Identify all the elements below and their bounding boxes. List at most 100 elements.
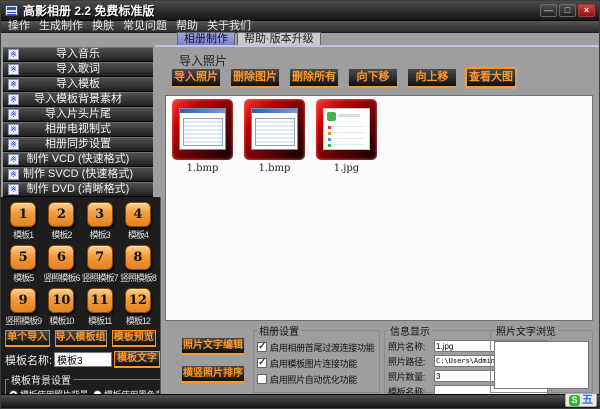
sidebar-item[interactable]: ※ 导入歌词 bbox=[3, 62, 153, 77]
menu-item[interactable]: 常见问题 bbox=[123, 21, 167, 32]
template-name-label: 模板名称: bbox=[5, 352, 52, 368]
thumb-image-dots bbox=[328, 126, 331, 129]
template-button[interactable]: 10 bbox=[48, 288, 74, 313]
template-button[interactable]: 3 bbox=[87, 202, 113, 227]
sidebar-item[interactable]: ※ 制作 VCD (快速格式) bbox=[3, 152, 153, 167]
template-action-button[interactable]: 模板预览 bbox=[112, 330, 157, 347]
template-button[interactable]: 2 bbox=[48, 202, 74, 227]
checkbox-option[interactable]: 启用模板图片连接功能 bbox=[257, 355, 376, 371]
template-button[interactable]: 12 bbox=[125, 288, 151, 313]
photo-text-area[interactable] bbox=[494, 341, 589, 389]
template-label: 模板5 bbox=[5, 271, 41, 284]
sidebar-item[interactable]: ※ 导入模板 bbox=[3, 77, 153, 92]
menu-item[interactable]: 换肤 bbox=[92, 21, 114, 32]
template-action-button[interactable]: 导入模板组 bbox=[55, 330, 107, 347]
template-text-button[interactable]: 模板文字 bbox=[114, 351, 160, 368]
template-label: 模板11 bbox=[82, 314, 118, 327]
sidebar-item[interactable]: ※ 制作 SVCD (快速格式) bbox=[3, 167, 153, 182]
info-field-label: 照片路径: bbox=[388, 355, 434, 368]
menu-item[interactable]: 帮助 bbox=[176, 21, 198, 32]
tab[interactable]: 帮助·版本升级 bbox=[237, 32, 321, 45]
tab[interactable]: 相册制作 bbox=[177, 32, 235, 45]
thumb-frame[interactable] bbox=[244, 99, 305, 160]
sidebar-item-label: 导入模板 bbox=[3, 78, 153, 91]
close-button[interactable]: × bbox=[578, 4, 595, 17]
checkbox-icon[interactable] bbox=[257, 342, 267, 352]
thumb-image bbox=[323, 108, 370, 150]
template-button[interactable]: 1 bbox=[10, 202, 36, 227]
ime-indicator[interactable]: S 五 bbox=[565, 393, 597, 407]
sidebar-item[interactable]: ※ 导入音乐 bbox=[3, 47, 153, 62]
album-settings-fieldset: 相册设置 启用相册首尾过渡连接功能 启用模板图片连接功能 启用照片自动优化功能 bbox=[253, 323, 380, 393]
template-button[interactable]: 7 bbox=[87, 245, 113, 270]
checkbox-icon[interactable] bbox=[257, 374, 267, 384]
tab-accent-line bbox=[155, 45, 599, 47]
toolbar-button[interactable]: 查看大图 bbox=[466, 68, 516, 88]
app-icon bbox=[5, 5, 18, 16]
photo-thumb[interactable]: 1.jpg bbox=[316, 99, 377, 174]
checkbox-option[interactable]: 启用照片自动优化功能 bbox=[257, 371, 376, 387]
sidebar-item-icon: ※ bbox=[8, 169, 19, 180]
template-panel: 1 模板1 2 模板2 3 模板3 4 模板4 bbox=[1, 197, 161, 394]
toolbar-button[interactable]: 向下移 bbox=[348, 68, 398, 88]
sidebar-item-label: 导入模板背景素材 bbox=[3, 93, 153, 106]
checkbox-option[interactable]: 启用相册首尾过渡连接功能 bbox=[257, 339, 376, 355]
bottom-action-button[interactable]: 横竖照片排序 bbox=[181, 365, 245, 383]
template-label: 模板3 bbox=[82, 228, 118, 241]
toolbar-button[interactable]: 删除所有 bbox=[289, 68, 339, 88]
template-button[interactable]: 6 bbox=[48, 245, 74, 270]
toolbar-button[interactable]: 向上移 bbox=[407, 68, 457, 88]
template-label: 模板2 bbox=[43, 228, 79, 241]
toolbar-button[interactable]: 删除图片 bbox=[230, 68, 280, 88]
import-photos-title: 导入照片 bbox=[179, 52, 227, 69]
window-title: 高影相册 2.2 免费标准版 bbox=[23, 2, 154, 19]
sidebar-item[interactable]: ※ 相册电视制式 bbox=[3, 122, 153, 137]
template-action-button[interactable]: 单个导入 bbox=[5, 330, 50, 347]
sidebar-item[interactable]: ※ 制作 DVD (清晰格式) bbox=[3, 182, 153, 197]
sidebar-item-label: 制作 DVD (清晰格式) bbox=[3, 183, 153, 196]
sidebar-item-icon: ※ bbox=[8, 124, 19, 135]
toolbar-button[interactable]: 导入照片 bbox=[171, 68, 221, 88]
sidebar-item[interactable]: ※ 导入片头片尾 bbox=[3, 107, 153, 122]
thumb-caption: 1.bmp bbox=[172, 163, 233, 174]
menu-item[interactable]: 生成制作 bbox=[39, 21, 83, 32]
template-label: 竖照模板7 bbox=[82, 271, 118, 284]
template-name-input[interactable] bbox=[54, 352, 112, 367]
menu-item[interactable]: 关于我们 bbox=[207, 21, 251, 32]
template-bg-legend: 模板背景设置 bbox=[9, 372, 73, 387]
photo-thumb[interactable]: 1.bmp bbox=[172, 99, 233, 174]
template-button[interactable]: 4 bbox=[125, 202, 151, 227]
checkbox-icon[interactable] bbox=[257, 358, 267, 368]
maximize-button[interactable]: □ bbox=[559, 4, 576, 17]
minimize-button[interactable]: — bbox=[540, 4, 557, 17]
ime-icon[interactable]: S bbox=[569, 395, 580, 406]
template-button[interactable]: 8 bbox=[125, 245, 151, 270]
album-settings-options: 启用相册首尾过渡连接功能 启用模板图片连接功能 启用照片自动优化功能 bbox=[257, 339, 376, 387]
template-button[interactable]: 11 bbox=[87, 288, 113, 313]
sidebar-item-icon: ※ bbox=[8, 184, 19, 195]
menu-item[interactable]: 操作 bbox=[8, 21, 30, 32]
template-cell: 9 竖照模板9 bbox=[5, 285, 41, 328]
album-settings-legend: 相册设置 bbox=[257, 323, 301, 338]
text-preview-legend: 照片文字浏览 bbox=[494, 323, 558, 338]
sidebar-item[interactable]: ※ 相册同步设置 bbox=[3, 137, 153, 152]
checkbox-label: 启用照片自动优化功能 bbox=[270, 373, 357, 386]
thumb-frame[interactable] bbox=[316, 99, 377, 160]
template-cell: 7 竖照模板7 bbox=[82, 242, 118, 285]
photo-list-panel[interactable]: 1.bmp 1.bmp 1. bbox=[165, 95, 593, 321]
sidebar-item[interactable]: ※ 导入模板背景素材 bbox=[3, 92, 153, 107]
template-button[interactable]: 5 bbox=[10, 245, 36, 270]
template-cell: 3 模板3 bbox=[82, 199, 118, 242]
template-label: 竖照模板9 bbox=[5, 314, 41, 327]
thumb-caption: 1.jpg bbox=[316, 163, 377, 174]
photo-thumb[interactable]: 1.bmp bbox=[244, 99, 305, 174]
bottom-action-button[interactable]: 照片文字编辑 bbox=[181, 337, 245, 355]
template-cell: 10 模板10 bbox=[43, 285, 79, 328]
thumb-frame[interactable] bbox=[172, 99, 233, 160]
template-bg-fieldset: 模板背景设置 模板使用照片背景 模板使用黑色背景 bbox=[5, 372, 161, 394]
info-field-label: 照片数量: bbox=[388, 370, 434, 383]
thumb-image bbox=[251, 108, 298, 150]
template-button[interactable]: 9 bbox=[10, 288, 36, 313]
sidebar-item-label: 导入音乐 bbox=[3, 48, 153, 61]
template-label: 竖照模板8 bbox=[120, 271, 156, 284]
